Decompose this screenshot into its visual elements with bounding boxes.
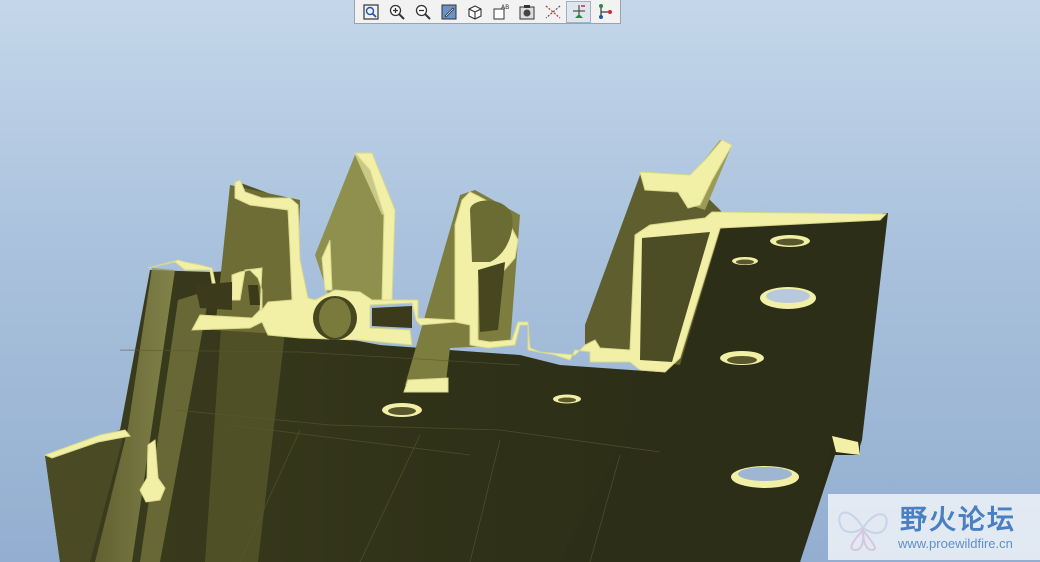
extrusion-model: [43, 139, 888, 562]
watermark-url: www.proewildfire.cn: [898, 536, 1013, 551]
watermark-title: 野火论坛: [900, 505, 1016, 536]
butterfly-logo-icon: [838, 511, 888, 552]
model-viewport[interactable]: [0, 24, 1040, 562]
forum-watermark: 野火论坛 www.proewildfire.cn: [828, 494, 1040, 560]
